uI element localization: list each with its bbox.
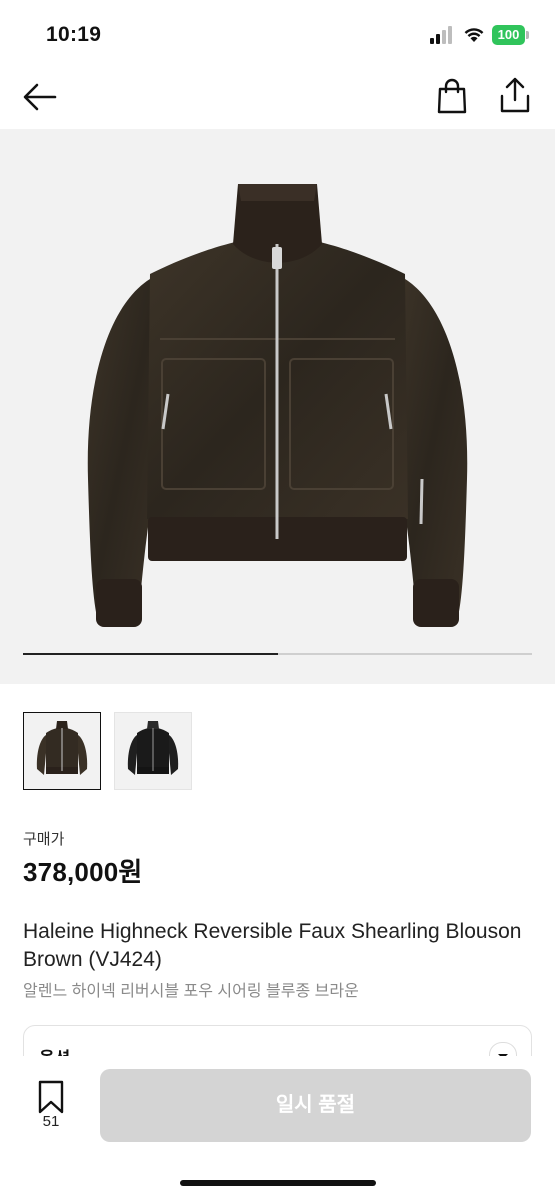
product-subtitle: 알렌느 하이넥 리버시블 포우 시어링 블루종 브라운 [23, 983, 359, 1000]
status-bar: 10:19 100 [0, 0, 555, 70]
cellular-signal-icon [430, 26, 452, 44]
sold-out-button[interactable]: 일시 품절 [100, 1069, 531, 1142]
price-value: 378,000원 [23, 857, 143, 887]
back-arrow-icon[interactable] [22, 81, 58, 113]
home-indicator [180, 1180, 376, 1186]
product-jacket-image [87, 184, 468, 627]
product-title: Haleine Highneck Reversible Faux Shearli… [23, 920, 522, 971]
battery-icon: 100 [492, 25, 530, 45]
carousel-progress [23, 653, 532, 655]
thumbnail-brown[interactable] [23, 712, 101, 790]
wifi-icon [464, 28, 484, 42]
thumbnail-black-image [127, 721, 179, 775]
status-time: 10:19 [46, 23, 102, 46]
thumbnail-black[interactable] [114, 712, 192, 790]
bottom-action-bar: 51 일시 품절 [0, 1056, 555, 1200]
bookmark-icon[interactable] [36, 1080, 66, 1114]
price-label: 구매가 [23, 831, 65, 848]
shopping-bag-icon[interactable] [436, 78, 468, 114]
share-icon[interactable] [498, 76, 532, 114]
product-image-carousel[interactable] [0, 129, 555, 684]
bookmark-count: 51 [42, 1113, 60, 1130]
thumbnail-brown-image [36, 721, 88, 775]
battery-level: 100 [492, 25, 525, 45]
top-nav [0, 70, 555, 128]
